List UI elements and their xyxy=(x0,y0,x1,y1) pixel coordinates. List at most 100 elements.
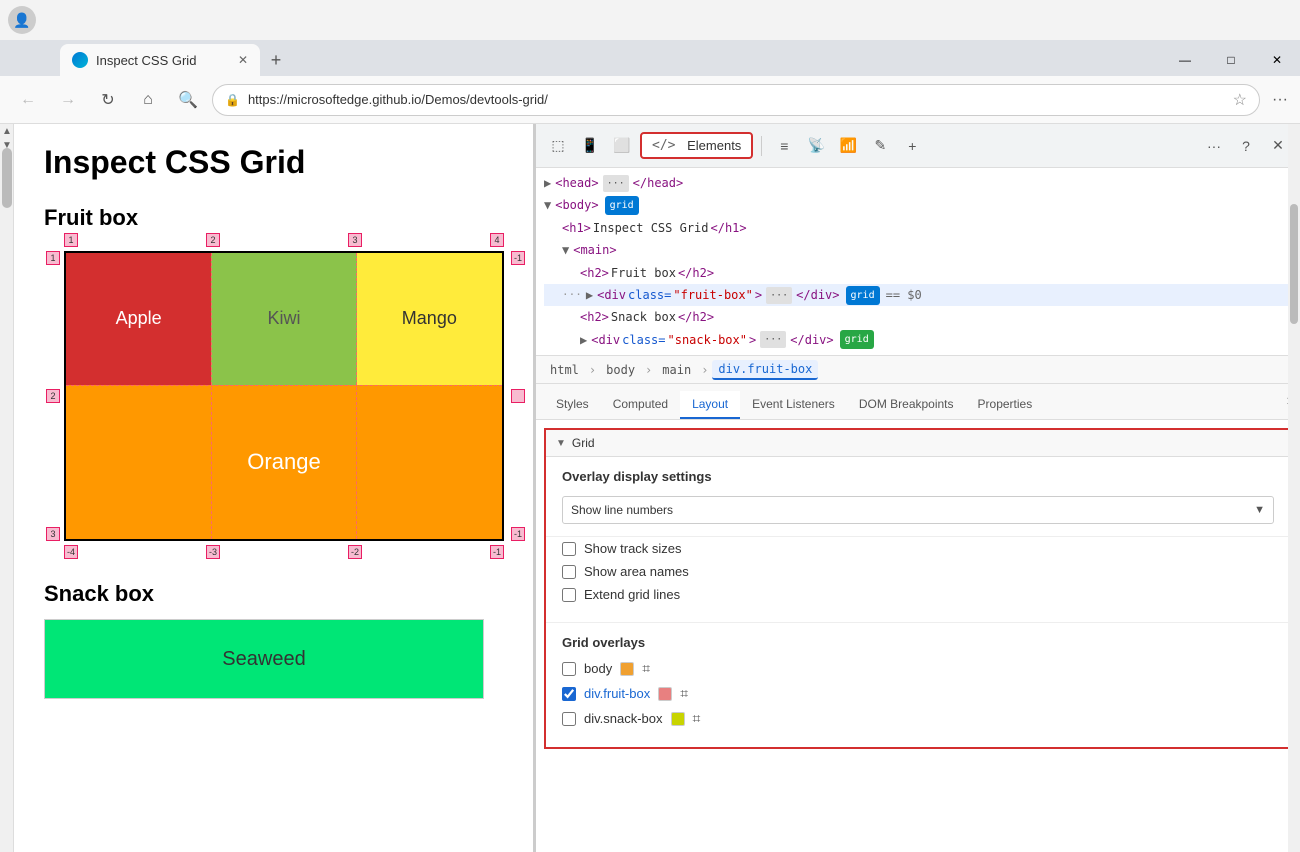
performance-button[interactable]: ✎ xyxy=(866,132,894,160)
device-emulation-button[interactable]: 📱 xyxy=(576,132,604,160)
dom-tree: ▶ <head> ··· </head> ▼ <body> grid <h1> … xyxy=(536,168,1300,356)
grid-num: 4 xyxy=(490,233,504,247)
grid-numbers-left: 1 2 3 xyxy=(46,251,60,541)
tab-close-button[interactable]: ✕ xyxy=(238,53,248,67)
overlays-title: Grid overlays xyxy=(562,635,1274,650)
url-text: https://microsoftedge.github.io/Demos/de… xyxy=(248,92,1225,107)
maximize-button[interactable]: □ xyxy=(1208,44,1254,76)
sources-button[interactable]: 📡 xyxy=(802,132,830,160)
close-button[interactable]: ✕ xyxy=(1254,44,1300,76)
dom-h2-fruit-line[interactable]: <h2> Fruit box </h2> xyxy=(544,262,1292,284)
grid-num: -3 xyxy=(206,545,220,559)
dom-main-line[interactable]: ▼ <main> xyxy=(544,239,1292,261)
tab-properties[interactable]: Properties xyxy=(966,391,1045,419)
elements-panel-button[interactable]: </> Elements xyxy=(640,132,753,159)
fruit-box-overlay-target-icon[interactable]: ⌗ xyxy=(680,685,688,702)
devtools-scrollbar[interactable] xyxy=(1288,124,1300,852)
dom-snack-box-line[interactable]: ▶ <div class= "snack-box" > ··· </div> g… xyxy=(544,329,1292,351)
dom-dollar-zero: == $0 xyxy=(886,285,922,305)
snack-box-overlay-label: div.snack-box xyxy=(584,711,663,726)
tab-computed[interactable]: Computed xyxy=(601,391,680,419)
show-track-sizes-label: Show track sizes xyxy=(584,541,682,556)
favorite-icon[interactable]: ☆ xyxy=(1233,90,1247,110)
show-track-sizes-row: Show track sizes xyxy=(562,541,1274,556)
extend-grid-lines-label: Extend grid lines xyxy=(584,587,680,602)
show-track-sizes-checkbox[interactable] xyxy=(562,542,576,556)
forward-button[interactable]: → xyxy=(52,84,84,116)
webpage-content: Inspect CSS Grid Fruit box 1 2 3 4 1 2 3… xyxy=(14,124,534,852)
line-numbers-dropdown[interactable]: Show line numbers ▼ xyxy=(562,496,1274,524)
grid-section-label: Grid xyxy=(572,436,595,450)
search-button[interactable]: 🔍 xyxy=(172,84,204,116)
snack-box-overlay-target-icon[interactable]: ⌗ xyxy=(693,710,701,727)
tab-styles[interactable]: Styles xyxy=(544,391,601,419)
dom-body-line[interactable]: ▼ <body> grid xyxy=(544,194,1292,216)
grid-numbers-bottom: -4 -3 -2 -1 xyxy=(64,545,504,559)
refresh-button[interactable]: ↻ xyxy=(92,84,124,116)
profile-icon[interactable]: 👤 xyxy=(8,6,36,34)
grid-numbers-right: -1 -1 xyxy=(511,251,525,541)
fruit-grid: Apple Kiwi Mango Orange xyxy=(66,253,502,539)
dom-fruit-box-line[interactable]: ··· ▶ <div class= "fruit-box" > ··· </di… xyxy=(544,284,1292,306)
console-button[interactable]: ≡ xyxy=(770,132,798,160)
tab-event-listeners[interactable]: Event Listeners xyxy=(740,391,847,419)
more-tools-button[interactable]: ··· xyxy=(1200,132,1228,160)
snack-box-color-swatch[interactable] xyxy=(671,712,685,726)
help-button[interactable]: ? xyxy=(1232,132,1260,160)
inspect-element-button[interactable]: ⬚ xyxy=(544,132,572,160)
breadcrumb-body[interactable]: body xyxy=(600,361,641,379)
back-button[interactable]: ← xyxy=(12,84,44,116)
show-area-names-checkbox[interactable] xyxy=(562,565,576,579)
lock-icon: 🔒 xyxy=(225,93,240,107)
scroll-thumb[interactable] xyxy=(2,148,12,208)
orange-cell: Orange xyxy=(66,385,502,539)
breadcrumb-active[interactable]: div.fruit-box xyxy=(712,360,818,380)
dom-dots-prefix: ··· xyxy=(562,286,582,305)
tab-dom-breakpoints[interactable]: DOM Breakpoints xyxy=(847,391,966,419)
overlay-settings-group: Overlay display settings Show line numbe… xyxy=(546,457,1290,537)
body-color-swatch[interactable] xyxy=(620,662,634,676)
fruit-box-overlay-checkbox[interactable] xyxy=(562,687,576,701)
browser-more-button[interactable]: ··· xyxy=(1272,91,1288,109)
minimize-button[interactable]: — xyxy=(1162,44,1208,76)
grid-section-header[interactable]: ▼ Grid xyxy=(546,430,1290,457)
devtools-scroll-thumb[interactable] xyxy=(1290,204,1298,324)
overlay-snack-box-row: div.snack-box ⌗ xyxy=(562,710,1274,727)
dropdown-label: Show line numbers xyxy=(571,503,673,517)
extend-grid-lines-row: Extend grid lines xyxy=(562,587,1274,602)
panel-tabs: Styles Computed Layout Event Listeners D… xyxy=(536,384,1300,420)
main-layout: ▲ ▼ Inspect CSS Grid Fruit box 1 2 3 4 1… xyxy=(0,124,1300,852)
add-panel-button[interactable]: + xyxy=(898,132,926,160)
grid-section: ▼ Grid Overlay display settings Show lin… xyxy=(544,428,1292,749)
body-overlay-label: body xyxy=(584,661,612,676)
breadcrumb-main[interactable]: main xyxy=(656,361,697,379)
browser-tab[interactable]: Inspect CSS Grid ✕ xyxy=(60,44,260,76)
snack-box-grid-badge: grid xyxy=(840,330,874,349)
scroll-up[interactable]: ▲ xyxy=(0,124,14,138)
grid-num: -1 xyxy=(511,527,525,541)
dropdown-row: Show line numbers ▼ xyxy=(562,496,1274,524)
overlay-fruit-box-row: div.fruit-box ⌗ xyxy=(562,685,1274,702)
new-tab-button[interactable]: + xyxy=(260,44,292,76)
wifi-button[interactable]: 📶 xyxy=(834,132,862,160)
fruit-box-color-swatch[interactable] xyxy=(658,687,672,701)
dom-h2-snack-line[interactable]: <h2> Snack box </h2> xyxy=(544,306,1292,328)
address-bar[interactable]: 🔒 https://microsoftedge.github.io/Demos/… xyxy=(212,84,1260,116)
grid-num: 3 xyxy=(348,233,362,247)
body-grid-badge: grid xyxy=(605,196,639,215)
breadcrumb-html[interactable]: html xyxy=(544,361,585,379)
page-scroll[interactable]: ▲ ▼ xyxy=(0,124,14,852)
home-button[interactable]: ⌂ xyxy=(132,84,164,116)
toggle-panel-button[interactable]: ⬜ xyxy=(608,132,636,160)
body-overlay-checkbox[interactable] xyxy=(562,662,576,676)
tab-bar: Inspect CSS Grid ✕ + — □ ✕ xyxy=(0,40,1300,76)
mango-cell: Mango xyxy=(357,253,502,385)
dom-h1-line[interactable]: <h1> Inspect CSS Grid </h1> xyxy=(544,217,1292,239)
snack-box-overlay-checkbox[interactable] xyxy=(562,712,576,726)
grid-num: -4 xyxy=(64,545,78,559)
tab-layout[interactable]: Layout xyxy=(680,391,740,419)
dom-head-line[interactable]: ▶ <head> ··· </head> xyxy=(544,172,1292,194)
body-overlay-target-icon[interactable]: ⌗ xyxy=(642,660,650,677)
grid-num: -2 xyxy=(348,545,362,559)
extend-grid-lines-checkbox[interactable] xyxy=(562,588,576,602)
